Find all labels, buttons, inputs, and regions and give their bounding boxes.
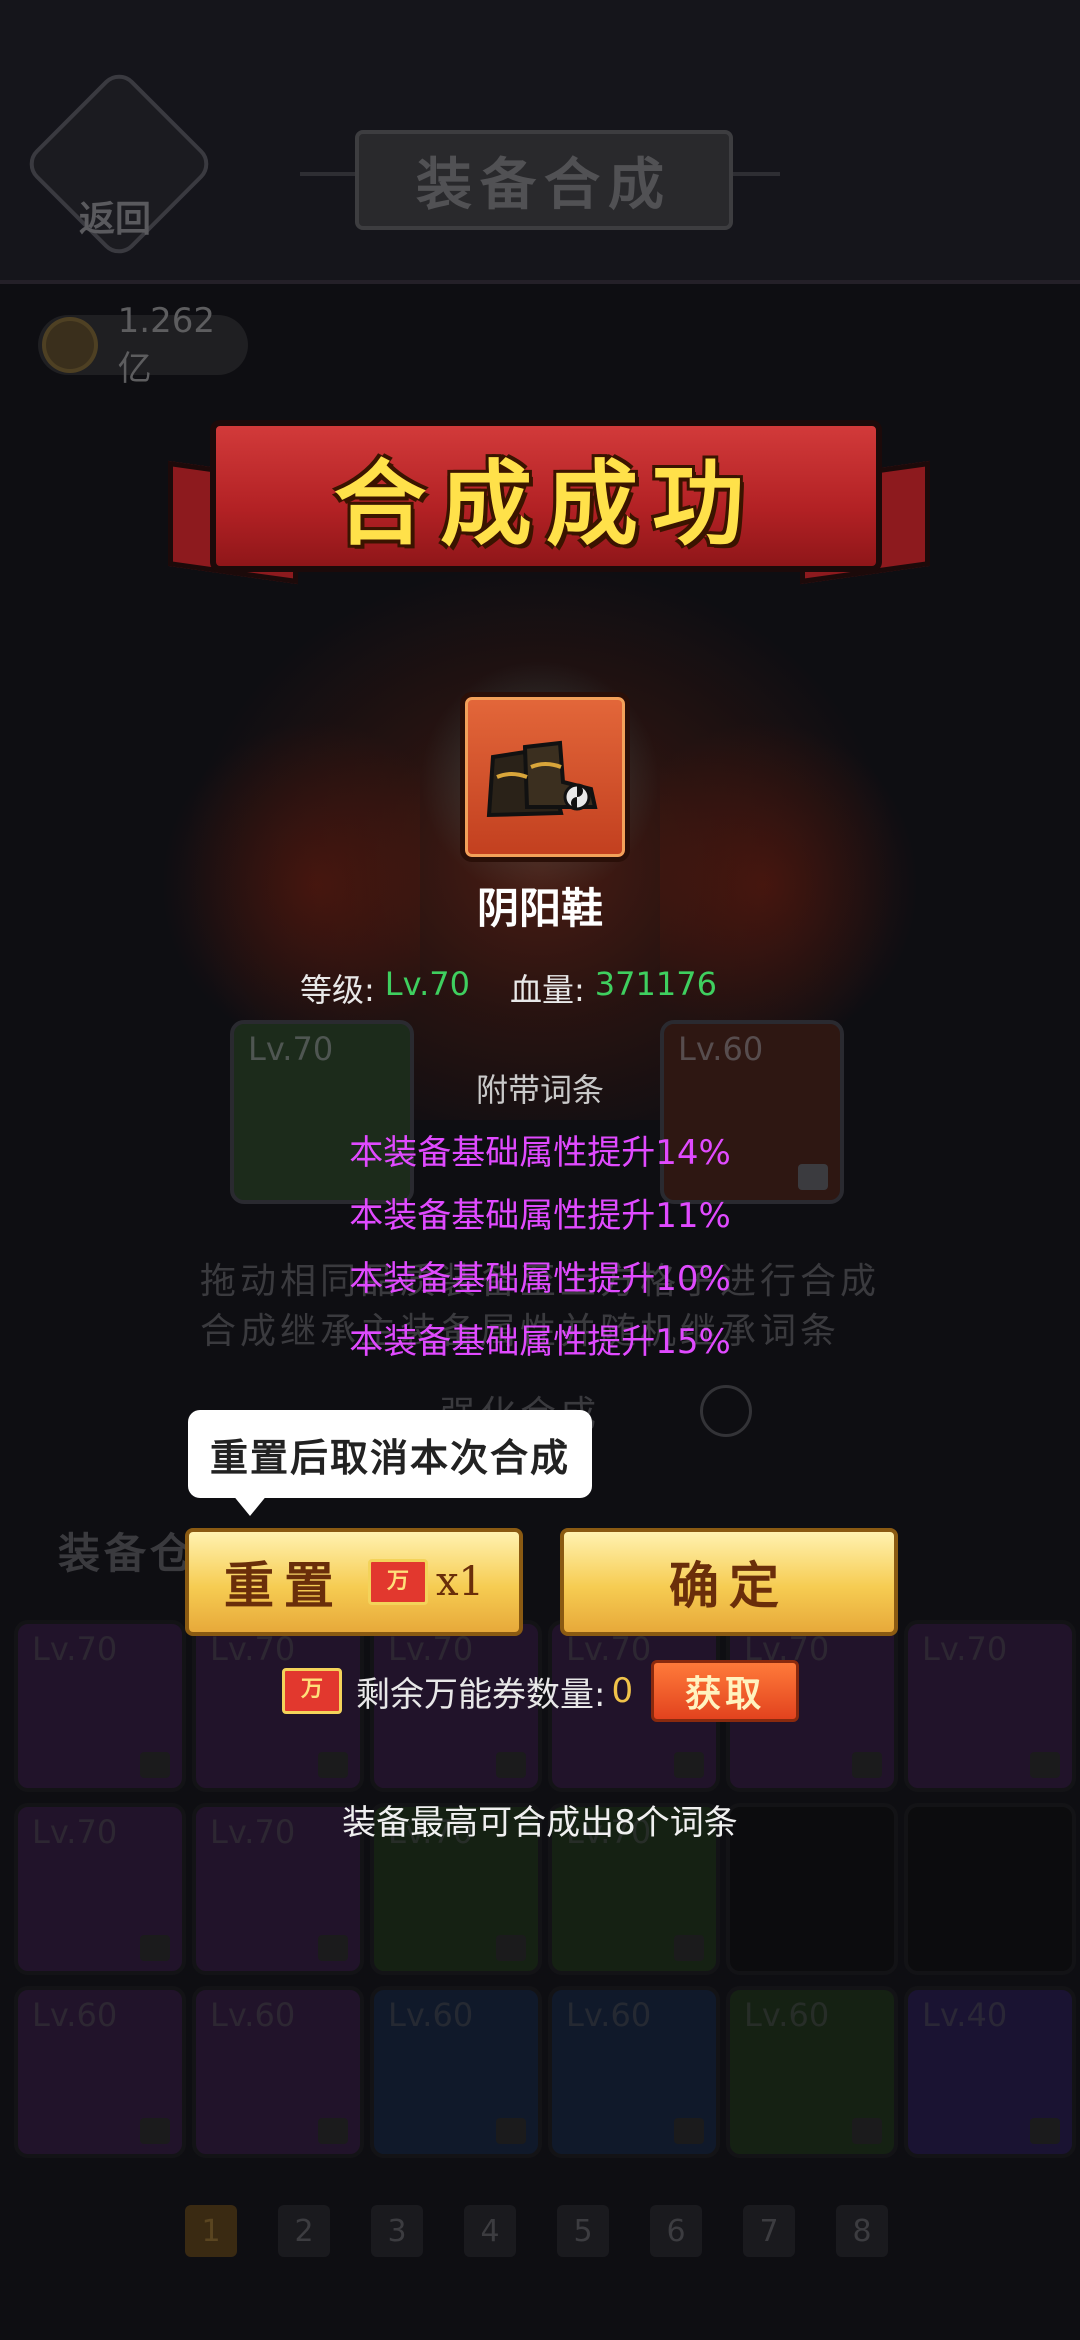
lock-icon <box>1030 2118 1060 2144</box>
page-button[interactable]: 2 <box>278 2205 330 2257</box>
back-label: 返回 <box>78 199 151 240</box>
lock-icon <box>140 1752 170 1778</box>
pagination: 12345678 <box>185 2205 929 2257</box>
merge-slot-material[interactable]: Lv.60 <box>660 1020 844 1204</box>
tooltip-tail <box>232 1494 268 1516</box>
page-button[interactable]: 1 <box>185 2205 237 2257</box>
page-button[interactable]: 8 <box>836 2205 888 2257</box>
lock-icon <box>674 1752 704 1778</box>
confirm-button[interactable]: 确定 <box>560 1528 898 1636</box>
lock-icon <box>496 1935 526 1961</box>
max-affix-note: 装备最高可合成出8个词条 <box>342 1803 738 1843</box>
voucher-ticket-icon: 万 <box>282 1668 342 1714</box>
equipment-slot[interactable]: Lv.70 <box>14 1803 186 1975</box>
lock-icon <box>496 2118 526 2144</box>
lock-icon <box>674 2118 704 2144</box>
hp-key: 血量: <box>509 971 585 1009</box>
slot-level: Lv.70 <box>248 1030 334 1068</box>
page-button[interactable]: 5 <box>557 2205 609 2257</box>
voucher-label: 剩余万能券数量: <box>356 1674 606 1715</box>
lock-icon <box>140 2118 170 2144</box>
lock-icon <box>496 1752 526 1778</box>
affix-line: 本装备基础属性提升10% <box>349 1259 731 1299</box>
confirm-label: 确定 <box>669 1556 789 1615</box>
equipment-slot[interactable]: Lv.60 <box>370 1986 542 2158</box>
affix-line: 本装备基础属性提升11% <box>349 1196 731 1236</box>
lock-icon <box>318 2118 348 2144</box>
level-key: 等级: <box>300 971 375 1009</box>
slot-level: Lv.70 <box>32 1630 118 1668</box>
success-banner: 合成成功 <box>210 420 882 572</box>
slot-level: Lv.60 <box>566 1996 652 2034</box>
slot-level: Lv.60 <box>744 1996 830 2034</box>
equipment-slot[interactable]: Lv.60 <box>548 1986 720 2158</box>
title-divider-left <box>300 172 360 176</box>
page-button[interactable]: 4 <box>464 2205 516 2257</box>
lock-icon <box>852 1752 882 1778</box>
reset-button[interactable]: 重置 万 x1 <box>185 1528 523 1636</box>
lock-icon <box>852 2118 882 2144</box>
get-label: 获取 <box>685 1673 766 1715</box>
equipment-slot[interactable]: Lv.40 <box>904 1986 1076 2158</box>
page-button[interactable]: 3 <box>371 2205 423 2257</box>
gold-amount: 1.262亿 <box>117 300 215 389</box>
voucher-count: 0 <box>611 1671 634 1711</box>
slot-level: Lv.60 <box>32 1996 118 2034</box>
affix-title: 附带词条 <box>475 1071 604 1109</box>
level-value: Lv.70 <box>384 965 470 1003</box>
page-title: 装备合成 <box>355 130 733 230</box>
lock-icon <box>674 1935 704 1961</box>
affix-line: 本装备基础属性提升15% <box>349 1322 731 1362</box>
equipment-slot[interactable]: Lv.60 <box>726 1986 898 2158</box>
slot-level: Lv.60 <box>388 1996 474 2034</box>
lock-icon <box>318 1935 348 1961</box>
equipment-slot[interactable]: Lv.60 <box>192 1986 364 2158</box>
equipment-slot[interactable]: Lv.70 <box>904 1620 1076 1792</box>
item-stats: 等级: Lv.70 血量: 371176 <box>300 965 780 1011</box>
slot-level: Lv.70 <box>922 1630 1008 1668</box>
page-title-text: 装备合成 <box>416 152 672 218</box>
slot-level: Lv.40 <box>922 1996 1008 2034</box>
lock-icon <box>140 1935 170 1961</box>
reset-label: 重置 <box>223 1556 344 1615</box>
help-icon[interactable] <box>700 1385 752 1437</box>
item-icon-frame[interactable] <box>460 692 630 862</box>
success-banner-text: 合成成功 <box>333 449 758 558</box>
lock-icon <box>1030 1752 1060 1778</box>
affix-line: 本装备基础属性提升14% <box>349 1133 731 1173</box>
get-voucher-button[interactable]: 获取 <box>651 1660 800 1722</box>
reset-tooltip: 重置后取消本次合成 <box>188 1410 592 1498</box>
lock-icon <box>318 1752 348 1778</box>
page-button[interactable]: 6 <box>650 2205 702 2257</box>
equipment-slot[interactable]: Lv.60 <box>14 1986 186 2158</box>
voucher-ticket-icon: 万 <box>367 1559 428 1605</box>
coin-icon <box>42 317 98 373</box>
slot-level: Lv.60 <box>678 1030 764 1068</box>
merge-slot-main[interactable]: Lv.70 <box>230 1020 414 1204</box>
equipment-slot[interactable]: Lv.70 <box>14 1620 186 1792</box>
item-name: 阴阳鞋 <box>476 884 603 933</box>
page-button[interactable]: 7 <box>743 2205 795 2257</box>
voucher-row: 万 剩余万能券数量: 0 获取 <box>282 1660 800 1722</box>
boots-icon <box>486 740 598 818</box>
reset-cost: x1 <box>435 1559 484 1605</box>
slot-level: Lv.70 <box>32 1813 118 1851</box>
gold-counter: 1.262亿 <box>38 301 248 389</box>
slot-level: Lv.60 <box>210 1996 296 2034</box>
hp-value: 371176 <box>594 965 717 1003</box>
equipment-slot[interactable] <box>904 1803 1076 1975</box>
